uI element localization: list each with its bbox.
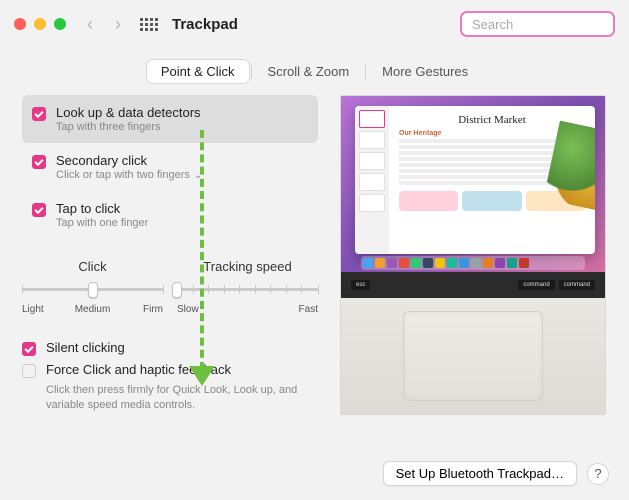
tab-more-gestures[interactable]: More Gestures [368,60,482,83]
bottom-options: Silent clicking Force Click and haptic f… [22,337,318,413]
slider-labels: Slow Fast [177,304,318,315]
options-column: Look up & data detectors Tap with three … [22,95,318,415]
option-label: Secondary click [56,153,202,168]
main-content: Look up & data detectors Tap with three … [0,95,629,415]
slider-title: Tracking speed [203,259,291,274]
tab-point-click[interactable]: Point & Click [147,60,249,83]
tracking-slider-group: Tracking speed Slow Fast [177,259,318,315]
option-tap-to-click[interactable]: Tap to click Tap with one finger [22,191,318,239]
preview-screen: District Market Our Heritage [341,96,605,272]
preview-column: District Market Our Heritage esc [340,95,606,415]
minimize-window-button[interactable] [34,18,46,30]
option-text: Secondary click Click or tap with two fi… [56,153,202,181]
option-sub: Tap with three fingers [56,121,201,133]
click-slider[interactable] [22,280,163,298]
checkbox-secondary[interactable] [32,155,46,169]
option-label: Force Click and haptic feedback [46,362,231,377]
back-button[interactable]: ‹ [80,14,100,35]
window-controls [14,18,66,30]
checkbox-lookup[interactable] [32,107,46,121]
slider-knob[interactable] [172,282,182,298]
forward-button[interactable]: › [108,14,128,35]
option-text: Look up & data detectors Tap with three … [56,105,201,133]
gesture-options: Look up & data detectors Tap with three … [22,95,318,239]
setup-bluetooth-button[interactable]: Set Up Bluetooth Trackpad… [383,461,577,486]
preview-doc-title: District Market [399,114,585,126]
option-label: Tap to click [56,201,148,216]
slider-labels: Light Medium Firm [22,304,163,315]
tab-scroll-zoom[interactable]: Scroll & Zoom [254,60,364,83]
option-help-text: Click then press firmly for Quick Look, … [46,383,318,413]
checkbox-tap[interactable] [32,203,46,217]
chevron-down-icon[interactable]: ⌄ [194,170,202,181]
slider-title: Click [78,259,106,274]
tab-separator [251,65,252,79]
click-slider-group: Click Light Medium Firm [22,259,163,315]
slider-knob[interactable] [88,282,98,298]
titlebar: ‹ › Trackpad [0,0,629,48]
tab-bar: Point & Click Scroll & Zoom More Gesture… [0,60,629,83]
checkbox-force[interactable] [22,364,36,378]
close-window-button[interactable] [14,18,26,30]
option-secondary-click[interactable]: Secondary click Click or tap with two fi… [22,143,318,191]
preview-document: District Market Our Heritage [389,106,595,254]
help-button[interactable]: ? [587,463,609,485]
tab-separator [365,65,366,79]
footer: Set Up Bluetooth Trackpad… ? [383,461,609,486]
trackpad-preview: District Market Our Heritage esc [340,95,606,415]
option-sub: Click or tap with two fingers⌄ [56,169,202,181]
sliders-row: Click Light Medium Firm [22,259,318,315]
preview-app-window: District Market Our Heritage [355,106,595,254]
page-title: Trackpad [172,16,238,33]
preview-keyboard-deck: esc command command [341,272,605,298]
tracking-slider[interactable] [177,280,318,298]
option-sub: Tap with one finger [56,217,148,229]
preferences-window: ‹ › Trackpad Point & Click Scroll & Zoom… [0,0,629,500]
option-label: Silent clicking [46,340,125,355]
option-silent-clicking[interactable]: Silent clicking [22,337,318,359]
preview-dock [361,256,585,270]
option-force-click[interactable]: Force Click and haptic feedback [22,359,318,381]
zoom-window-button[interactable] [54,18,66,30]
preview-trackpad [403,311,543,401]
preview-trackpad-area [341,298,605,414]
option-label: Look up & data detectors [56,105,201,120]
checkbox-silent[interactable] [22,342,36,356]
preview-sidebar [355,106,389,254]
search-field[interactable] [460,11,615,37]
option-lookup[interactable]: Look up & data detectors Tap with three … [22,95,318,143]
search-input[interactable] [472,17,629,32]
show-all-icon[interactable] [140,18,158,31]
option-text: Tap to click Tap with one finger [56,201,148,229]
